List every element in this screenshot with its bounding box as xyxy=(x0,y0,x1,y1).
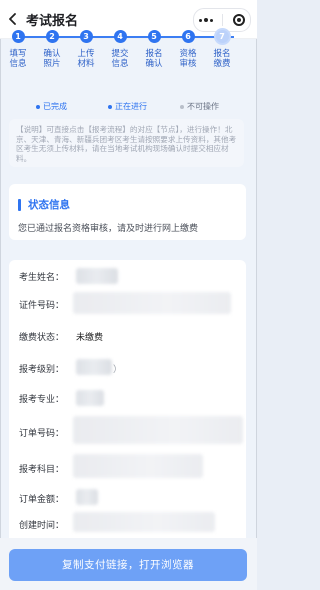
info-label: 报考级别： xyxy=(19,365,65,375)
info-label: 报考科目： xyxy=(19,465,65,475)
step-registration-confirm[interactable]: 5 报名确认 xyxy=(140,30,168,69)
step-number: 3 xyxy=(79,30,93,43)
step-fill-info[interactable]: 1 填写信息 xyxy=(4,30,32,69)
legend-dot-icon xyxy=(36,104,40,109)
redacted-value xyxy=(73,416,243,444)
section-accent-bar xyxy=(18,199,21,211)
step-label: 确认照片 xyxy=(43,49,61,69)
legend-dot-icon xyxy=(108,104,112,109)
status-title: 状态信息 xyxy=(28,199,70,211)
step-label: 报名确认 xyxy=(145,49,163,69)
registration-steps: 1 填写信息 2 确认照片 3 上传材料 4 提交信息 5 报名确认 6 资格审… xyxy=(9,27,246,93)
info-label: 订单号码： xyxy=(19,429,65,439)
step-label: 提交信息 xyxy=(111,49,129,69)
step-label: 填写信息 xyxy=(9,49,27,69)
legend-label: 已完成 xyxy=(43,102,67,111)
step-submit-info[interactable]: 4 提交信息 xyxy=(106,30,134,69)
info-label: 缴费状态： xyxy=(19,333,65,343)
info-label: 考生姓名： xyxy=(19,273,65,283)
info-row-order: 订单号码： xyxy=(9,416,246,444)
info-row-amount: 订单金额： xyxy=(9,486,246,510)
redacted-value xyxy=(76,489,98,505)
info-row-id: 证件号码： xyxy=(9,292,246,316)
info-label: 报考专业： xyxy=(19,395,65,405)
step-payment[interactable]: 7 报名缴费 xyxy=(208,30,236,69)
info-row-level: 报考级别： ） xyxy=(9,356,246,380)
status-description: 您已通过报名资格审核，请及时进行网上缴费 xyxy=(18,224,199,234)
info-label: 证件号码： xyxy=(19,301,65,311)
redacted-value xyxy=(73,512,215,532)
pay-status-value: 未缴费 xyxy=(76,333,104,343)
step-qualification-review[interactable]: 6 资格审核 xyxy=(174,30,202,69)
status-card: 状态信息 您已通过报名资格审核，请及时进行网上缴费 xyxy=(9,184,246,240)
step-upload-materials[interactable]: 3 上传材料 xyxy=(72,30,100,69)
order-info-list: 考生姓名： 证件号码： 缴费状态： 未缴费 报考级别： ） 报考专业： 订单号码… xyxy=(9,260,246,540)
redacted-value xyxy=(73,454,203,478)
more-dots-icon[interactable] xyxy=(198,18,213,22)
redacted-value xyxy=(73,292,231,314)
step-number: 7 xyxy=(215,30,229,43)
copy-payment-link-button[interactable]: 复制支付链接，打开浏览器 xyxy=(9,549,247,581)
legend-done: 已完成 xyxy=(36,101,67,112)
page-title: 考试报名 xyxy=(26,13,79,29)
redacted-value xyxy=(76,359,112,375)
capsule-divider xyxy=(222,14,224,26)
legend-label: 正在进行 xyxy=(115,102,147,111)
target-icon[interactable] xyxy=(233,14,246,26)
step-label: 上传材料 xyxy=(77,49,95,69)
steps-legend: 已完成 正在进行 不可操作 xyxy=(0,101,257,113)
info-row-created: 创建时间： xyxy=(9,512,246,536)
footer-bar: 复制支付链接，打开浏览器 xyxy=(0,538,257,590)
info-row-subject: 报考科目： xyxy=(9,454,246,480)
redacted-value xyxy=(76,268,118,284)
redacted-value xyxy=(76,390,104,406)
step-label: 资格审核 xyxy=(179,49,197,69)
info-label: 订单金额： xyxy=(19,495,65,505)
step-number: 2 xyxy=(45,30,59,43)
legend-current: 正在进行 xyxy=(108,101,147,112)
step-number: 4 xyxy=(113,30,127,43)
step-number: 1 xyxy=(11,30,25,43)
step-label: 报名缴费 xyxy=(213,49,231,69)
chevron-left-icon xyxy=(9,13,16,25)
info-label: 创建时间： xyxy=(19,521,65,531)
info-row-pay-status: 缴费状态： 未缴费 xyxy=(9,324,246,348)
legend-dot-icon xyxy=(180,104,184,109)
level-suffix: ） xyxy=(113,365,123,375)
step-number: 5 xyxy=(147,30,161,43)
instruction-note: 【说明】可直接点击【报考流程】的对应【节点】，进行操作！北京、天津、青海、新疆兵… xyxy=(9,119,244,167)
legend-label: 不可操作 xyxy=(187,102,219,111)
step-number: 6 xyxy=(181,30,195,43)
step-confirm-photo[interactable]: 2 确认照片 xyxy=(38,30,66,69)
info-row-major: 报考专业： xyxy=(9,386,246,410)
legend-disabled: 不可操作 xyxy=(180,101,219,112)
info-row-name: 考生姓名： xyxy=(9,264,246,288)
